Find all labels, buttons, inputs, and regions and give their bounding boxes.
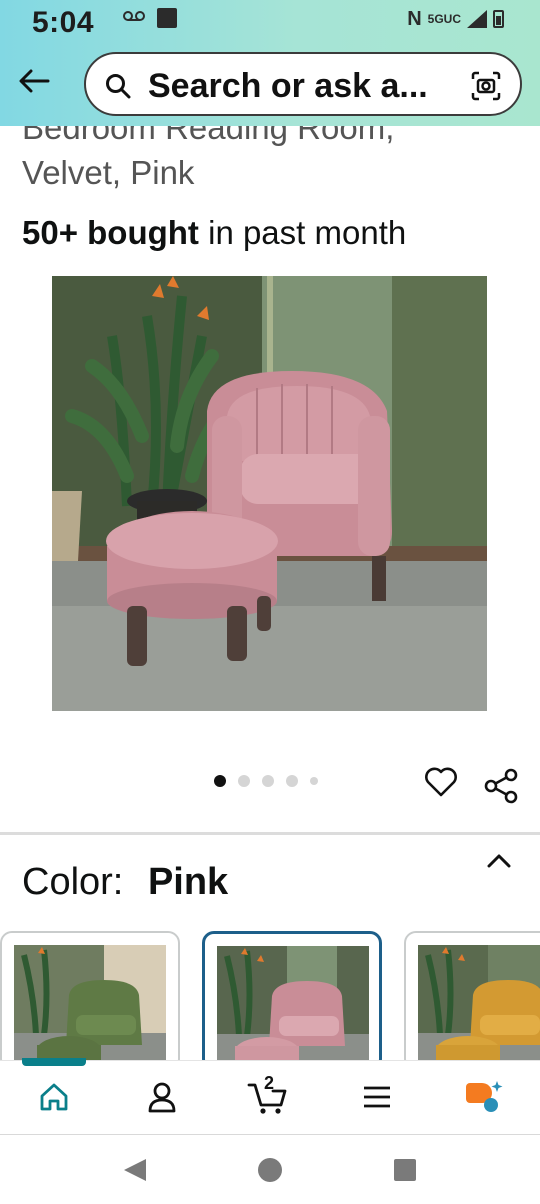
pink-chair-thumbnail [217, 946, 369, 1066]
carousel-dot[interactable] [214, 775, 226, 787]
home-icon [40, 1083, 68, 1111]
color-label: Color: [22, 861, 124, 903]
yellow-chair-thumbnail [418, 945, 540, 1065]
nfc-icon: N [407, 8, 422, 30]
back-triangle-icon[interactable] [120, 1155, 150, 1185]
carousel-dot[interactable] [238, 775, 250, 787]
bought-count-bold: 50+ bought [22, 214, 199, 251]
nav-home[interactable] [32, 1075, 76, 1119]
search-input[interactable]: Search or ask a... [148, 66, 468, 106]
nav-menu[interactable] [355, 1075, 399, 1119]
bottom-nav [0, 1060, 540, 1134]
status-indicators: N 5GUC [407, 8, 504, 30]
color-selector-header: Color: Pink [22, 858, 228, 906]
nav-account[interactable] [140, 1075, 184, 1119]
carousel-dot[interactable] [286, 775, 298, 787]
battery-icon [493, 10, 504, 28]
color-swatch-green[interactable] [0, 931, 180, 1071]
system-nav-bar [0, 1135, 540, 1204]
carousel-dot[interactable] [310, 777, 318, 785]
carousel-dot[interactable] [262, 775, 274, 787]
search-bar[interactable]: Search or ask a... [84, 52, 522, 116]
share-icon[interactable] [484, 768, 518, 804]
back-arrow-icon [19, 69, 50, 93]
status-time: 5:04 [32, 6, 95, 39]
chevron-up-icon[interactable] [484, 848, 514, 872]
app-header: 5:04 N 5GUC Search or ask a... [0, 0, 540, 126]
back-button[interactable] [14, 63, 54, 99]
active-tab-indicator [22, 1058, 86, 1066]
bought-count-rest: in past month [198, 214, 407, 251]
image-carousel-dots [214, 774, 318, 788]
product-page: 5:04 N 5GUC Search or ask a... Bedroom R… [0, 0, 540, 1204]
search-icon [106, 74, 131, 99]
product-image[interactable] [52, 276, 487, 711]
product-title-line2: Velvet, Pink [22, 154, 195, 191]
color-value: Pink [147, 861, 229, 903]
signal-icon [467, 10, 487, 28]
notification-icon [157, 8, 177, 28]
heart-icon[interactable] [424, 765, 458, 799]
green-chair-thumbnail [14, 945, 166, 1065]
color-swatch-yellow[interactable] [404, 931, 540, 1071]
section-divider [0, 832, 540, 835]
bought-count: 50+ bought in past month [22, 212, 406, 254]
cart-count-badge: 2 [264, 1073, 275, 1093]
color-swatch-pink[interactable] [202, 931, 382, 1071]
nav-rufus[interactable] [462, 1075, 506, 1119]
camera-search-icon[interactable] [470, 70, 502, 102]
pink-chair-photo [52, 276, 487, 711]
network-type: 5GUC [427, 12, 461, 26]
recents-square-icon[interactable] [390, 1155, 420, 1185]
account-icon [148, 1082, 176, 1113]
voicemail-icon [123, 11, 145, 21]
status-bar: 5:04 N 5GUC [0, 0, 540, 44]
menu-icon [364, 1086, 390, 1108]
home-circle-icon[interactable] [255, 1155, 285, 1185]
rufus-icon [466, 1081, 503, 1112]
